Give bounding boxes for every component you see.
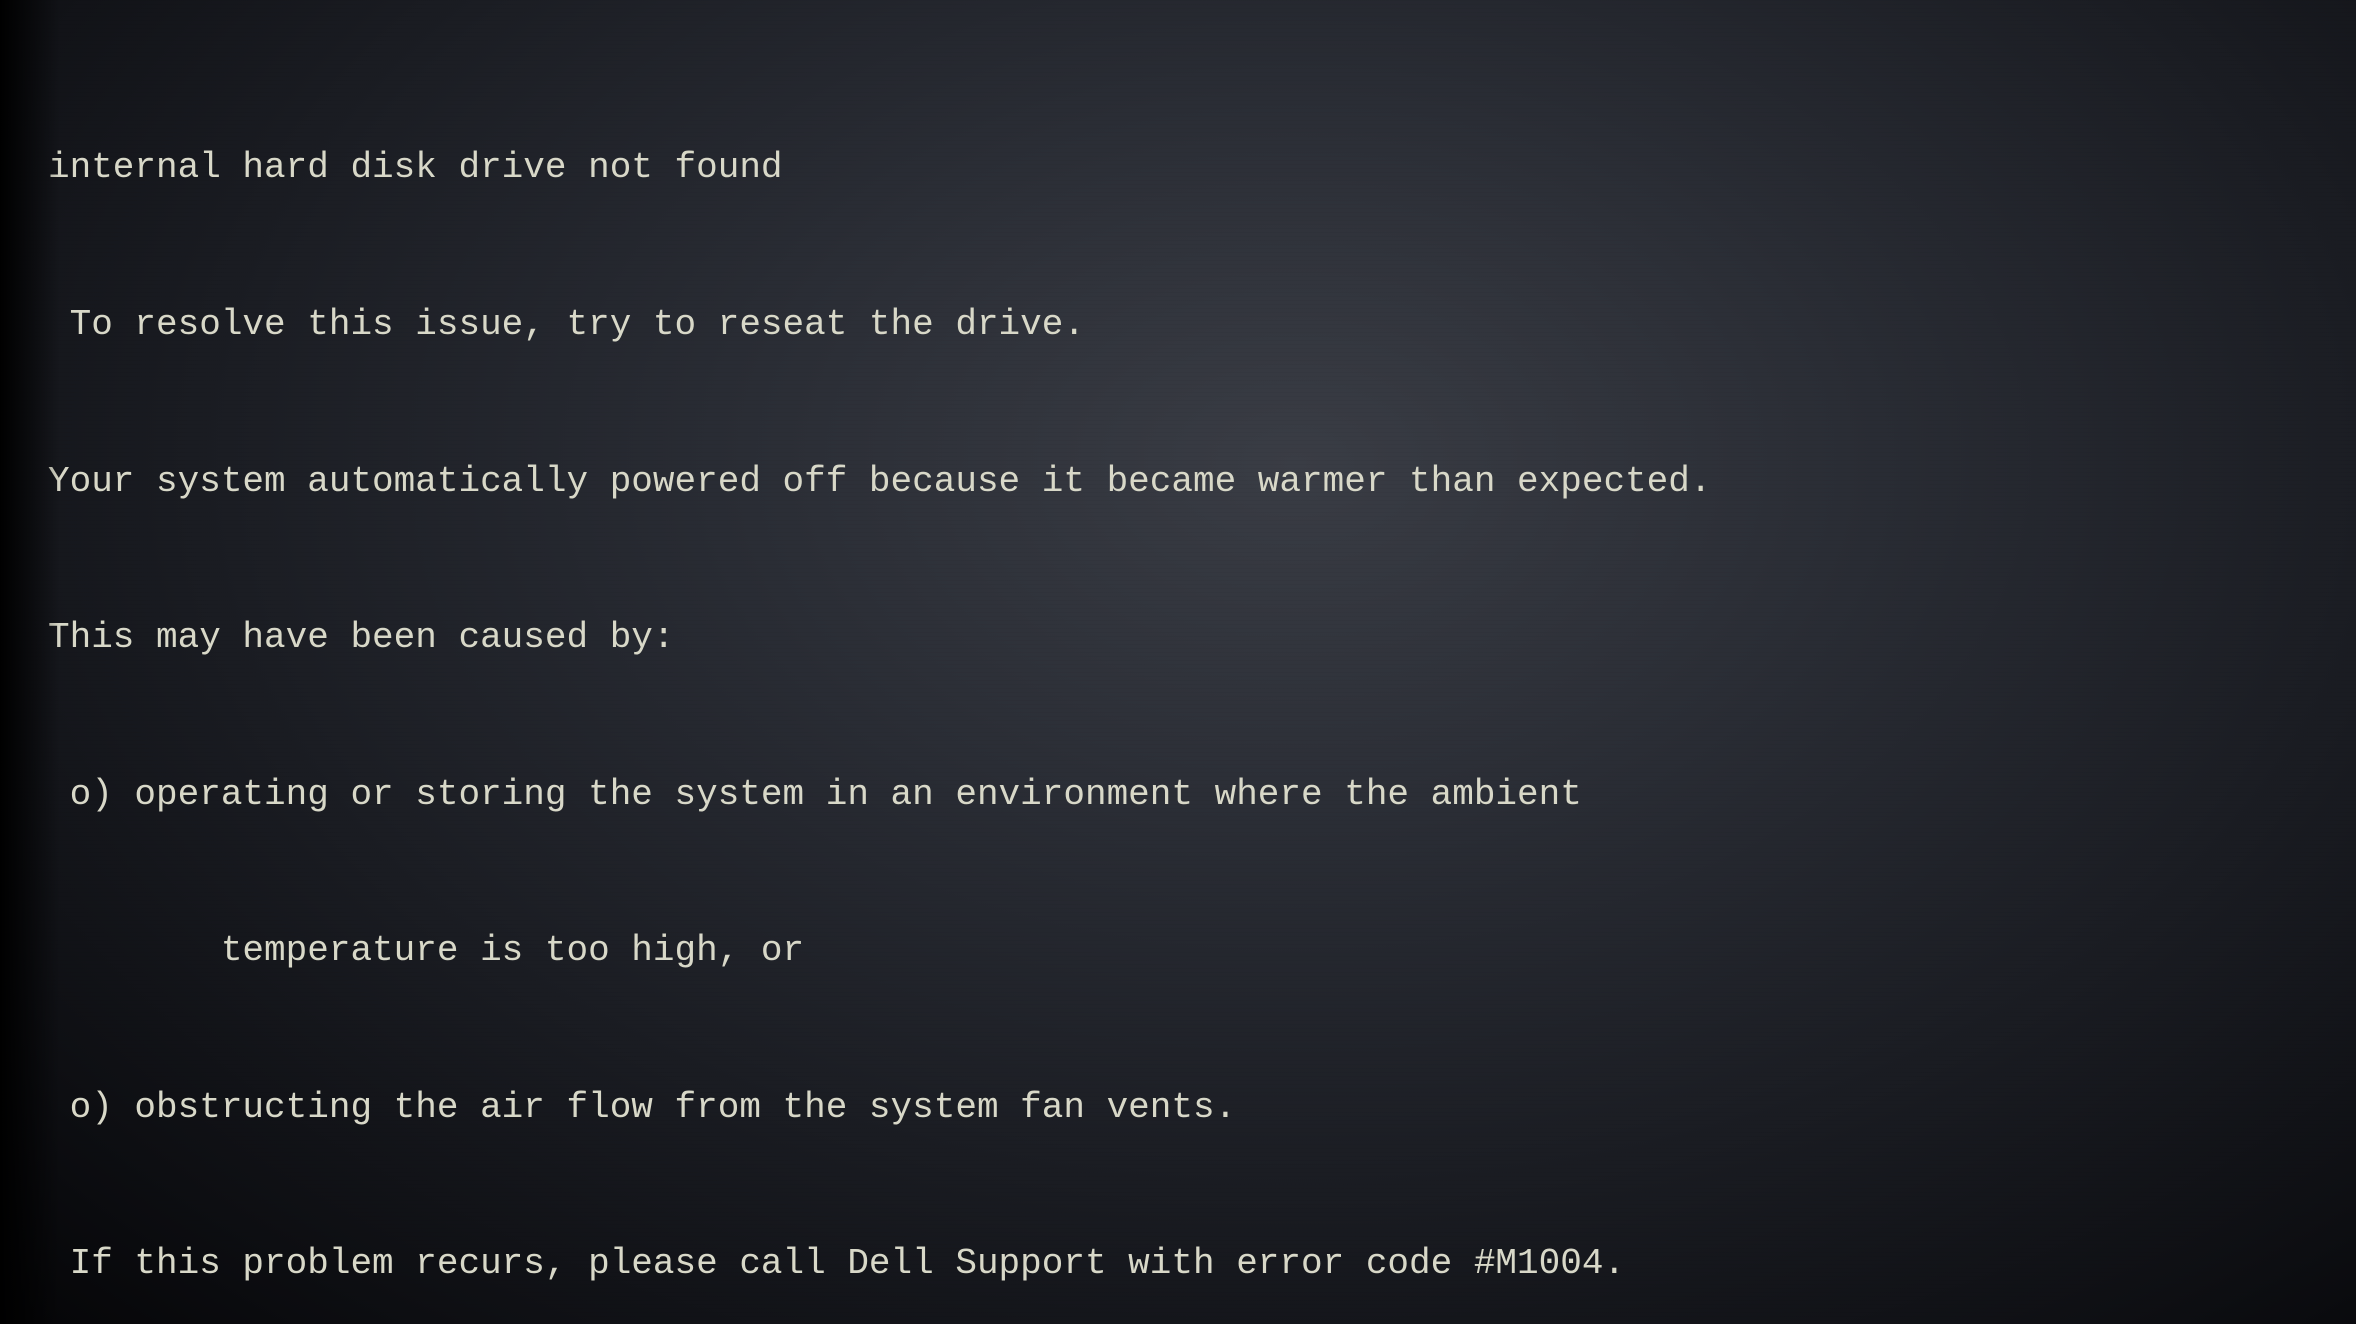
terminal-line-6: temperature is too high, or [48,925,1711,977]
terminal-line-3: Your system automatically powered off be… [48,456,1711,508]
terminal-line-8: If this problem recurs, please call Dell… [48,1238,1711,1290]
terminal-line-4: This may have been caused by: [48,612,1711,664]
terminal-line-2: To resolve this issue, try to reseat the… [48,299,1711,351]
bios-screen: internal hard disk drive not found To re… [0,0,2356,1324]
terminal-line-7: o) obstructing the air flow from the sys… [48,1082,1711,1134]
terminal-output: internal hard disk drive not found To re… [28,28,1711,1324]
terminal-line-5: o) operating or storing the system in an… [48,769,1711,821]
terminal-line-1: internal hard disk drive not found [48,142,1711,194]
